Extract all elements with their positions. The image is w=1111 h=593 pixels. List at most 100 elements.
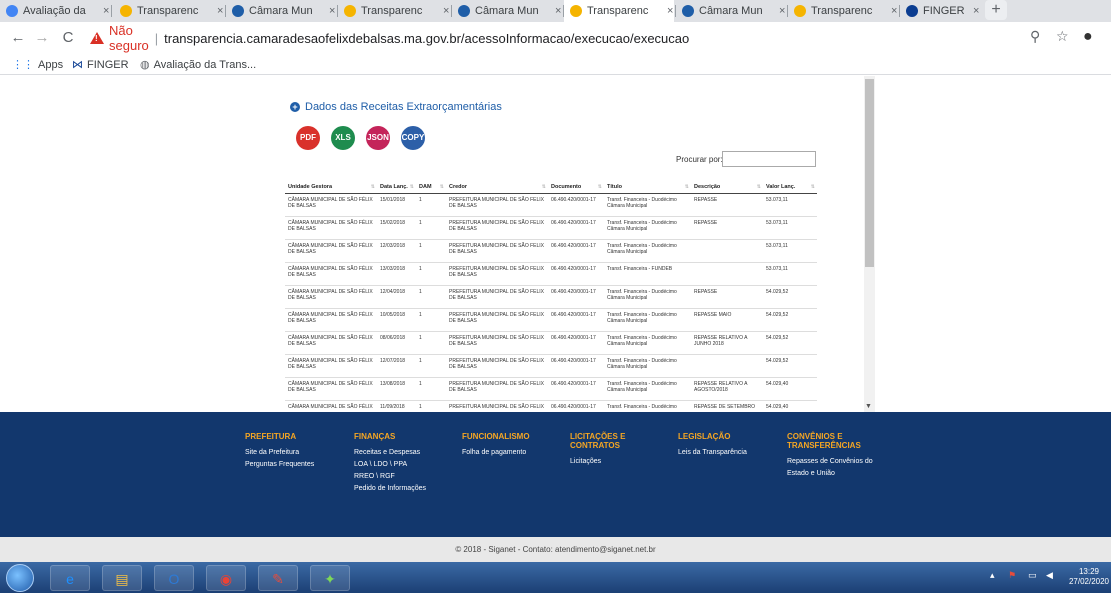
- sort-icon[interactable]: ⇅: [440, 184, 444, 190]
- profile-icon[interactable]: ●: [1083, 28, 1093, 46]
- footer-link[interactable]: LOA \ LDO \ PPA: [354, 459, 454, 471]
- column-header[interactable]: Documento ⇅: [548, 173, 604, 194]
- sort-icon[interactable]: ⇅: [410, 184, 414, 190]
- scrollbar-thumb[interactable]: [865, 79, 874, 267]
- back-icon[interactable]: ←: [8, 28, 28, 48]
- footer-link[interactable]: Folha de pagamento: [462, 447, 562, 459]
- browser-tab[interactable]: Transparenc ×: [114, 0, 224, 22]
- forward-icon[interactable]: →: [32, 28, 52, 48]
- export-json-button[interactable]: JSON: [366, 126, 390, 150]
- table-cell: Transf. Financeira - Duodécimo Câmara Mu…: [604, 331, 691, 355]
- table-row[interactable]: CÂMARA MUNICIPAL DE SÃO FÉLIX DE BALSAS1…: [285, 308, 817, 332]
- reload-icon[interactable]: C: [58, 28, 78, 48]
- browser-tab[interactable]: Transparenc ×: [564, 0, 674, 22]
- close-tab-icon[interactable]: ×: [329, 5, 335, 17]
- browser-tab[interactable]: Câmara Mun ×: [676, 0, 786, 22]
- table-row[interactable]: CÂMARA MUNICIPAL DE SÃO FÉLIX DE BALSAS1…: [285, 377, 817, 401]
- table-cell: PREFEITURA MUNICIPAL DE SÃO FELIX DE BAL…: [446, 354, 548, 378]
- column-header[interactable]: Unidade Gestora ⇅: [285, 173, 377, 194]
- scroll-down-icon[interactable]: ▼: [865, 403, 872, 410]
- table-cell: Transf. Financeira - Duodécimo Câmara Mu…: [604, 239, 691, 263]
- table-cell: REPASSE RELATIVO A AGOSTO/2018: [691, 377, 763, 401]
- table-row[interactable]: CÂMARA MUNICIPAL DE SÃO FÉLIX DE BALSAS1…: [285, 400, 817, 410]
- table-row[interactable]: CÂMARA MUNICIPAL DE SÃO FÉLIX DE BALSAS1…: [285, 239, 817, 263]
- insecure-label[interactable]: Não seguro: [109, 23, 149, 53]
- close-tab-icon[interactable]: ×: [779, 5, 785, 17]
- paint-icon[interactable]: ✎: [258, 565, 298, 591]
- close-tab-icon[interactable]: ×: [103, 5, 109, 17]
- tray-expand-icon[interactable]: ▴: [990, 570, 995, 581]
- new-tab-button[interactable]: +: [985, 0, 1007, 20]
- column-header[interactable]: Data Lanç. ⇅: [377, 173, 416, 194]
- footer-link[interactable]: Repasses de Convênios do Estado e União: [787, 456, 887, 480]
- table-row[interactable]: CÂMARA MUNICIPAL DE SÃO FÉLIX DE BALSAS1…: [285, 193, 817, 217]
- close-tab-icon[interactable]: ×: [891, 5, 897, 17]
- network-icon[interactable]: ▭: [1028, 570, 1037, 581]
- column-header[interactable]: DAM ⇅: [416, 173, 446, 194]
- column-header[interactable]: Valor Lanç. ⇅: [763, 173, 817, 194]
- table-row[interactable]: CÂMARA MUNICIPAL DE SÃO FÉLIX DE BALSAS1…: [285, 354, 817, 378]
- footer-link[interactable]: Licitações: [570, 456, 670, 468]
- export-copy-button[interactable]: COPY: [401, 126, 425, 150]
- warning-icon[interactable]: [90, 32, 104, 44]
- browser-tab[interactable]: Câmara Mun ×: [452, 0, 562, 22]
- column-header[interactable]: Título ⇅: [604, 173, 691, 194]
- export-xls-button[interactable]: XLS: [331, 126, 355, 150]
- close-tab-icon[interactable]: ×: [443, 5, 449, 17]
- close-tab-icon[interactable]: ×: [555, 5, 561, 17]
- table-row[interactable]: CÂMARA MUNICIPAL DE SÃO FÉLIX DE BALSAS1…: [285, 216, 817, 240]
- zoom-icon[interactable]: ⚲: [1030, 28, 1040, 45]
- browser-tab[interactable]: Avaliação da ×: [0, 0, 110, 22]
- volume-icon[interactable]: ◀: [1046, 570, 1053, 581]
- table-row[interactable]: CÂMARA MUNICIPAL DE SÃO FÉLIX DE BALSAS1…: [285, 285, 817, 309]
- bookmarks-bar: ⋮⋮ Apps ⋈ FINGER ◍ Avaliação da Trans...: [0, 55, 1111, 75]
- app-icon[interactable]: ✦: [310, 565, 350, 591]
- table-row[interactable]: CÂMARA MUNICIPAL DE SÃO FÉLIX DE BALSAS 0…: [285, 331, 817, 355]
- sort-icon[interactable]: ⇅: [811, 184, 815, 190]
- ie-icon[interactable]: e: [50, 565, 90, 591]
- sort-icon[interactable]: ⇅: [757, 184, 761, 190]
- search-input[interactable]: [722, 151, 816, 167]
- footer-link[interactable]: RREO \ RGF: [354, 471, 454, 483]
- clock[interactable]: 13:29 27/02/2020: [1067, 567, 1111, 587]
- footer-link[interactable]: Site da Prefeitura: [245, 447, 345, 459]
- close-tab-icon[interactable]: ×: [667, 5, 673, 17]
- network-warning-icon[interactable]: ⚑: [1008, 570, 1016, 581]
- sort-icon[interactable]: ⇅: [598, 184, 602, 190]
- sort-icon[interactable]: ⇅: [685, 184, 689, 190]
- table-cell: Transf. Financeira - Duodécimo Câmara Mu…: [604, 377, 691, 401]
- browser-tab[interactable]: Transparenc ×: [788, 0, 898, 22]
- chrome-icon[interactable]: ◉: [206, 565, 246, 591]
- section-title[interactable]: + Dados das Receitas Extraorçamentárias: [290, 101, 502, 113]
- start-button[interactable]: [6, 564, 34, 592]
- table-cell: REPASSE RELATIVO A JUNHO 2018: [691, 331, 763, 355]
- footer-link[interactable]: Perguntas Frequentes: [245, 459, 345, 471]
- footer-link[interactable]: Receitas e Despesas: [354, 447, 454, 459]
- bookmark-finger[interactable]: ⋈ FINGER: [72, 58, 129, 72]
- bookmark-apps[interactable]: ⋮⋮ Apps: [12, 58, 63, 72]
- close-tab-icon[interactable]: ×: [973, 5, 979, 17]
- table-cell: 10/05/2018: [377, 308, 416, 332]
- star-icon[interactable]: ☆: [1056, 28, 1069, 45]
- vertical-scrollbar[interactable]: ▼: [864, 76, 875, 412]
- browser-tab[interactable]: Transparenc ×: [338, 0, 450, 22]
- outlook-icon[interactable]: O: [154, 565, 194, 591]
- footer-column: LEGISLAÇÃO Leis da Transparência: [678, 432, 778, 459]
- footer-link[interactable]: Pedido de Informações: [354, 483, 454, 495]
- url-text[interactable]: transparencia.camaradesaofelixdebalsas.m…: [164, 31, 689, 46]
- browser-tab[interactable]: FINGER ×: [900, 0, 980, 22]
- column-header[interactable]: Credor ⇅: [446, 173, 548, 194]
- sort-icon[interactable]: ⇅: [371, 184, 375, 190]
- table-row[interactable]: CÂMARA MUNICIPAL DE SÃO FÉLIX DE BALSAS1…: [285, 262, 817, 286]
- browser-tab[interactable]: Câmara Mun ×: [226, 0, 336, 22]
- table-cell: 53.073,11: [763, 239, 817, 263]
- footer-link[interactable]: Leis da Transparência: [678, 447, 778, 459]
- export-pdf-button[interactable]: PDF: [296, 126, 320, 150]
- close-tab-icon[interactable]: ×: [217, 5, 223, 17]
- column-header[interactable]: Descrição ⇅: [691, 173, 763, 194]
- table-cell: CÂMARA MUNICIPAL DE SÃO FÉLIX DE BALSAS: [285, 216, 377, 240]
- bookmark-avaliacao[interactable]: ◍ Avaliação da Trans...: [140, 58, 256, 72]
- address-bar[interactable]: Não seguro | transparencia.camaradesaofe…: [90, 23, 689, 53]
- explorer-icon[interactable]: ▤: [102, 565, 142, 591]
- sort-icon[interactable]: ⇅: [542, 184, 546, 190]
